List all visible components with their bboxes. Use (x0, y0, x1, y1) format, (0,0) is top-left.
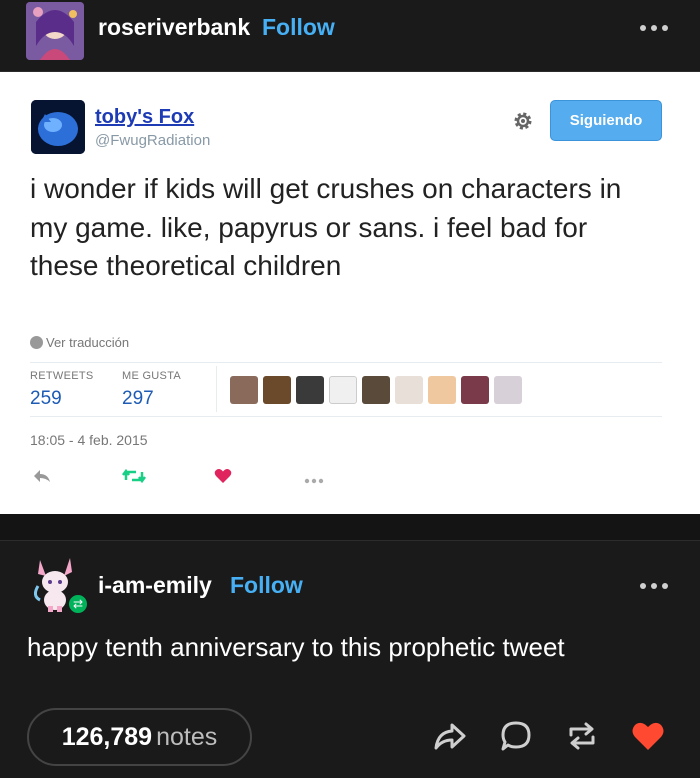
separator (0, 514, 700, 541)
tweet-actions (0, 468, 700, 488)
tweet-handle: @FwugRadiation (95, 132, 211, 149)
more-icon[interactable] (640, 18, 680, 38)
translate-link[interactable]: Ver traducción (30, 335, 129, 350)
reblog-icon[interactable] (564, 718, 600, 754)
liker-avatar[interactable] (494, 376, 522, 404)
tweet-avatar (31, 100, 85, 154)
liker-avatar[interactable] (362, 376, 390, 404)
likes-stat[interactable]: ME GUSTA 297 (122, 370, 181, 410)
notes-label: notes (156, 723, 218, 751)
tweet-following-button[interactable]: Siguiendo (550, 100, 662, 141)
divider (30, 416, 662, 417)
liker-avatar[interactable] (230, 376, 258, 404)
more-icon[interactable] (640, 576, 680, 596)
translate-label: Ver traducción (46, 335, 130, 350)
tweet-card: toby's Fox @FwugRadiation Siguiendo i wo… (0, 72, 700, 514)
reply-icon[interactable] (32, 468, 52, 488)
retweets-stat[interactable]: RETWEETS 259 (30, 370, 94, 410)
reblog-text: happy tenth anniversary to this propheti… (27, 632, 565, 662)
post-header: roseriverbank Follow (0, 0, 700, 72)
liker-avatar[interactable] (461, 376, 489, 404)
more-icon[interactable] (304, 468, 324, 488)
globe-icon (30, 336, 43, 349)
tweet-display-name[interactable]: toby's Fox (95, 106, 194, 129)
reblog-badge-icon: ⇄ (67, 593, 89, 615)
liker-avatar[interactable] (395, 376, 423, 404)
divider (216, 366, 217, 412)
liker-avatar[interactable] (329, 376, 357, 404)
share-icon[interactable] (432, 718, 468, 754)
divider (30, 362, 662, 363)
notes-count: 126,789 (61, 723, 153, 751)
like-icon[interactable] (214, 468, 232, 488)
retweets-label: RETWEETS (30, 370, 94, 382)
avatar[interactable] (26, 2, 84, 60)
gear-icon[interactable] (512, 110, 534, 132)
notes-button[interactable]: 126,789 notes (27, 708, 252, 766)
retweet-icon[interactable] (122, 468, 146, 488)
tweet-timestamp[interactable]: 18:05 - 4 feb. 2015 (30, 432, 148, 448)
liker-avatar[interactable] (263, 376, 291, 404)
username[interactable]: roseriverbank (98, 14, 250, 41)
likes-count: 297 (122, 388, 154, 409)
liker-avatar[interactable] (296, 376, 324, 404)
heart-icon[interactable] (630, 718, 666, 754)
retweets-count: 259 (30, 388, 62, 409)
reblog-username[interactable]: i-am-emily (98, 572, 212, 599)
comment-icon[interactable] (498, 718, 534, 754)
follow-button[interactable]: Follow (262, 14, 335, 41)
liker-avatar[interactable] (428, 376, 456, 404)
likes-label: ME GUSTA (122, 370, 182, 382)
tweet-text: i wonder if kids will get crushes on cha… (30, 173, 622, 281)
reblog-follow-button[interactable]: Follow (230, 572, 303, 599)
